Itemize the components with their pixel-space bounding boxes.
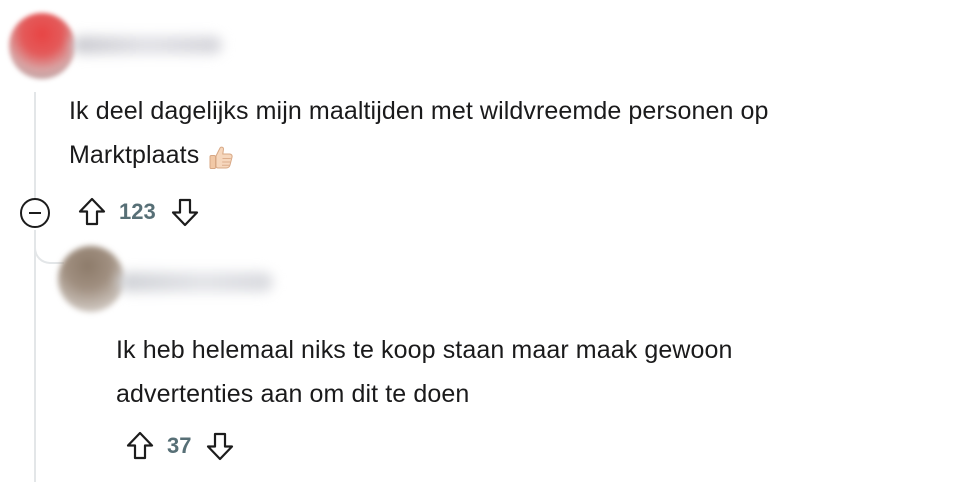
thread-line — [34, 230, 36, 482]
username-redacted[interactable] — [118, 272, 273, 292]
reply-connector-line — [34, 230, 64, 264]
upvote-icon[interactable] — [77, 196, 107, 228]
reply-body: Ik heb helemaal niks te koop staan maar … — [116, 328, 916, 416]
avatar[interactable] — [9, 13, 75, 79]
vote-bar: 37 — [125, 430, 235, 462]
thumbs-up-icon — [207, 142, 235, 170]
thread-line — [34, 92, 36, 198]
upvote-icon[interactable] — [125, 430, 155, 462]
comment-text-line: Ik heb helemaal niks te koop staan maar … — [116, 336, 733, 364]
comment-text-line: Marktplaats — [69, 133, 899, 177]
comment-text-line: advertenties aan om dit te doen — [116, 380, 470, 408]
avatar[interactable] — [58, 246, 124, 312]
downvote-icon[interactable] — [170, 196, 200, 228]
comment-text-line: Ik deel dagelijks mijn maaltijden met wi… — [69, 97, 769, 125]
username-redacted[interactable] — [72, 36, 222, 54]
vote-count: 37 — [167, 433, 192, 458]
comment-text-word: Marktplaats — [69, 141, 200, 169]
collapse-thread-button[interactable] — [20, 198, 50, 228]
vote-count: 123 — [119, 199, 156, 224]
comment-body: Ik deel dagelijks mijn maaltijden met wi… — [69, 89, 899, 177]
vote-bar: 123 — [77, 196, 200, 228]
downvote-icon[interactable] — [205, 430, 235, 462]
